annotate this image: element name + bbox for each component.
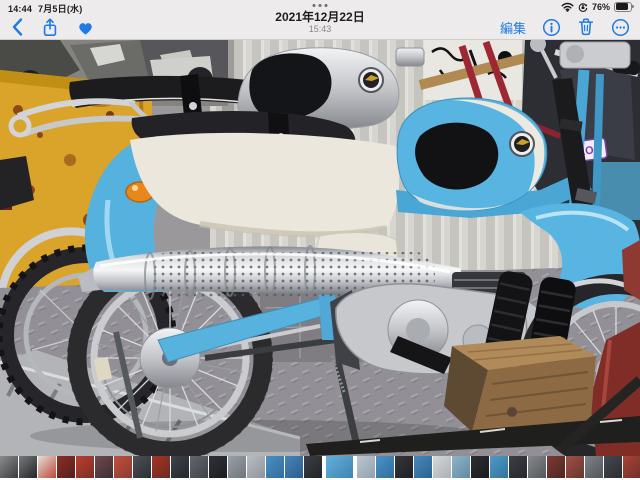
trash-icon xyxy=(577,17,595,37)
thumbnail[interactable] xyxy=(547,456,565,478)
thumbnail[interactable] xyxy=(114,456,132,478)
thumbnail[interactable] xyxy=(0,456,18,478)
thumbnail-strip[interactable] xyxy=(0,456,640,480)
back-button[interactable] xyxy=(10,17,24,37)
thumbnail[interactable] xyxy=(585,456,603,478)
photo-motorcycle-illustration: KOS xyxy=(0,40,640,456)
thumbnail[interactable] xyxy=(623,456,640,478)
chevron-left-icon xyxy=(10,17,24,37)
thumbnail[interactable] xyxy=(76,456,94,478)
favorite-button[interactable] xyxy=(76,19,95,36)
info-button[interactable] xyxy=(542,18,561,37)
thumbnail[interactable] xyxy=(19,456,37,478)
info-icon xyxy=(542,18,561,37)
thumbnail[interactable] xyxy=(266,456,284,478)
thumbnail[interactable] xyxy=(509,456,527,478)
thumbnail[interactable] xyxy=(604,456,622,478)
thumbnail[interactable] xyxy=(152,456,170,478)
rear-cowl-cream xyxy=(130,133,399,235)
edit-button[interactable]: 編集 xyxy=(500,18,526,37)
share-button[interactable] xyxy=(41,17,59,38)
thumbnail[interactable] xyxy=(490,456,508,478)
heart-filled-icon xyxy=(76,19,95,36)
wifi-icon xyxy=(561,2,574,12)
thumbnail[interactable] xyxy=(566,456,584,478)
thumbnail[interactable] xyxy=(57,456,75,478)
fuel-tank xyxy=(397,98,547,211)
thumbnail[interactable] xyxy=(171,456,189,478)
thumbnail[interactable] xyxy=(285,456,303,478)
battery-icon xyxy=(614,2,635,12)
thumbnail[interactable] xyxy=(376,456,394,478)
photo-view[interactable]: KOS xyxy=(0,40,640,456)
thumbnail[interactable] xyxy=(414,456,432,478)
share-icon xyxy=(41,17,59,38)
thumbnail[interactable] xyxy=(228,456,246,478)
status-bar: 14:44 7月5日(水) 76% xyxy=(0,0,640,14)
delete-button[interactable] xyxy=(577,17,595,37)
status-time: 14:44 xyxy=(8,4,32,14)
thumbnail[interactable] xyxy=(395,456,413,478)
thumbnail[interactable] xyxy=(304,456,322,478)
thumbnail[interactable] xyxy=(209,456,227,478)
orientation-lock-icon xyxy=(578,2,588,12)
ellipsis-circle-icon xyxy=(611,18,630,37)
thumbnail[interactable] xyxy=(528,456,546,478)
wooden-block xyxy=(444,336,596,432)
thumbnail[interactable] xyxy=(247,456,265,478)
status-date: 7月5日(水) xyxy=(38,4,82,14)
thumbnail-selected[interactable] xyxy=(326,456,353,478)
more-button[interactable] xyxy=(611,18,630,37)
thumbnail[interactable] xyxy=(38,456,56,478)
top-chrome: 14:44 7月5日(水) 76% xyxy=(0,0,640,40)
thumbnail[interactable] xyxy=(190,456,208,478)
thumbnail[interactable] xyxy=(452,456,470,478)
thumbnail[interactable] xyxy=(357,456,375,478)
thumbnail[interactable] xyxy=(133,456,151,478)
thumbnail[interactable] xyxy=(471,456,489,478)
battery-percent: 76% xyxy=(592,2,610,12)
thumbnail[interactable] xyxy=(95,456,113,478)
thumbnail[interactable] xyxy=(433,456,451,478)
multitask-indicator-icon[interactable] xyxy=(313,4,328,7)
